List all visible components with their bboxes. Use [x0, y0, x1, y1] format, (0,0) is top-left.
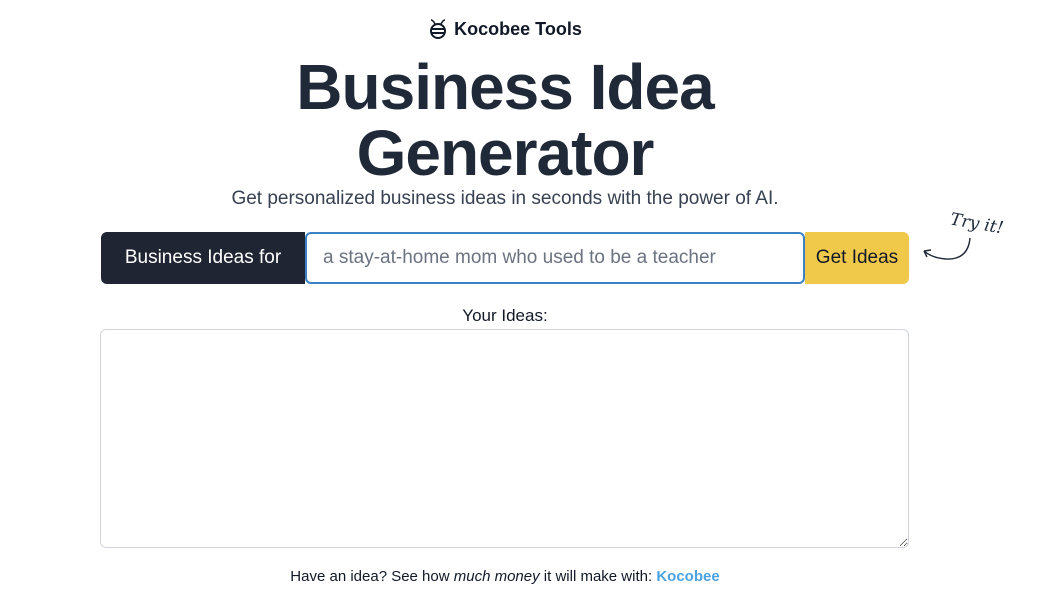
footer: Have an idea? See how much money it will… — [0, 568, 1010, 585]
ideas-label: Your Ideas: — [462, 306, 548, 325]
page-title: Business Idea Generator — [0, 54, 1010, 186]
footer-text-prefix: Have an idea? See how — [290, 568, 454, 585]
page-subtitle: Get personalized business ideas in secon… — [231, 188, 779, 209]
idea-form: Business Ideas for Get Ideas — [101, 232, 909, 284]
page-title-line-1: Business Idea — [296, 51, 714, 123]
footer-emphasis: much money — [453, 568, 540, 585]
brand-name: Kocobee Tools — [454, 18, 582, 39]
curved-arrow-icon — [923, 237, 971, 260]
kocobee-link[interactable]: Kocobee — [656, 568, 719, 585]
get-ideas-button[interactable]: Get Ideas — [805, 232, 909, 284]
ideas-output[interactable] — [100, 329, 909, 548]
page: Kocobee Tools Business Idea Generator Ge… — [0, 0, 1044, 600]
brand-header[interactable]: Kocobee Tools — [0, 18, 1010, 40]
bee-icon — [430, 19, 447, 39]
prefix-label: Business Ideas for — [101, 232, 305, 284]
persona-input[interactable] — [305, 232, 805, 284]
page-title-line-2: Generator — [356, 117, 655, 189]
footer-text-middle: it will make with: — [539, 568, 657, 585]
